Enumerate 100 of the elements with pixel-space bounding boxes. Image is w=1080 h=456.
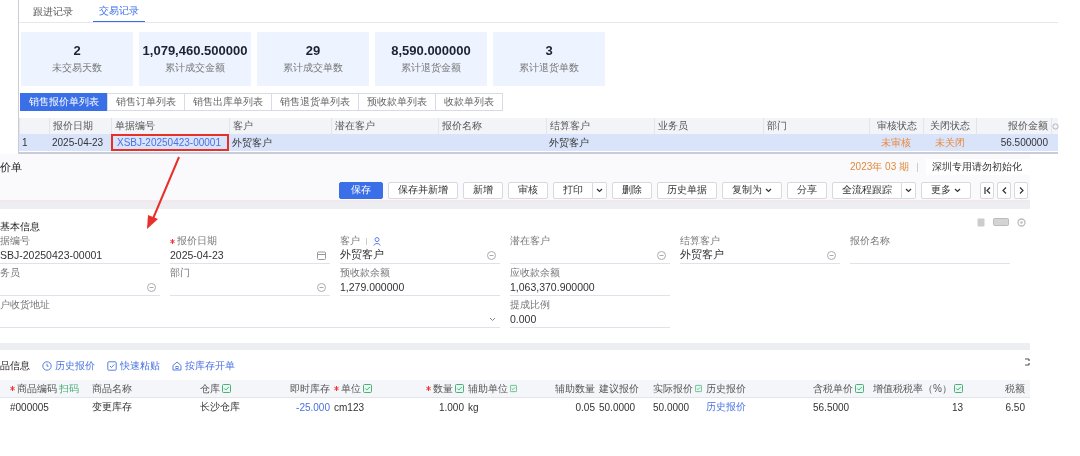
column-header: 单据编号 [115, 119, 155, 133]
field-label: 户收货地址 [0, 298, 50, 312]
column-header: 业务员 [658, 119, 688, 133]
toolbar-button[interactable]: 删除 [612, 181, 652, 199]
next-button[interactable] [1014, 181, 1028, 199]
cell-text: 未关闭 [934, 135, 965, 150]
column-header: 即时库存 [290, 381, 330, 396]
field-label: 部门 [170, 266, 190, 280]
cell-text: 外贸客户 [232, 135, 272, 150]
column-header: 报价金额 [1008, 119, 1048, 133]
settings-icon[interactable] [1017, 217, 1026, 227]
column-header: 单位 [341, 381, 361, 396]
list-tab[interactable]: 销售退货单列表 [271, 93, 359, 111]
stat-value: 29 [305, 43, 321, 58]
record-tab[interactable]: 交易记录 [93, 4, 145, 22]
table-cell: 50.0000 [599, 401, 636, 413]
toolbar-button[interactable]: 全流程跟踪 [832, 181, 902, 199]
calendar-icon [317, 250, 326, 260]
column-header: 结算客户 [550, 119, 590, 133]
list-tab[interactable]: 收款单列表 [435, 93, 503, 111]
person-icon[interactable] [373, 236, 382, 246]
form-title: 价单 [0, 159, 22, 175]
list-tab[interactable]: 销售出库单列表 [184, 93, 272, 111]
toolbar-button[interactable]: 新增 [463, 181, 503, 199]
dropdown-button[interactable] [593, 181, 607, 199]
toolbar-button[interactable]: 打印 [553, 181, 593, 199]
list-tab[interactable]: 预收款单列表 [358, 93, 436, 111]
cell-text: 56.500000 [1000, 137, 1048, 148]
clear-icon [827, 250, 836, 260]
cell-text: 外贸客户 [549, 135, 589, 150]
toolbar-button[interactable]: 历史单据 [657, 181, 717, 199]
previous-button[interactable] [997, 181, 1011, 199]
field-label: 提成比例 [510, 298, 550, 312]
input-field[interactable]: 外贸客户 [680, 247, 840, 264]
checkbox-icon[interactable] [510, 384, 517, 393]
action-link[interactable]: 快速粘贴 [107, 359, 160, 373]
table-cell: kg [468, 401, 479, 413]
table-row[interactable]: 1 2025-04-23 XSBJ-20250423-00001 外贸客户 外贸客户 未审核 未关闭 56.500000 [19, 134, 1058, 151]
record-tab[interactable]: 跟进记录 [27, 5, 79, 22]
document-icon[interactable] [977, 217, 985, 227]
column-header: 报价名称 [442, 119, 482, 133]
column-header: 税额 [1005, 381, 1025, 396]
clear-icon [487, 250, 496, 260]
action-link[interactable]: 按库存开单 [172, 359, 235, 373]
caret-icon [905, 187, 912, 193]
history-link[interactable]: 历史报价 [706, 400, 746, 414]
table-cell: -25.000 [296, 401, 330, 413]
list-tab[interactable]: 销售报价单列表 [20, 93, 108, 111]
cell-text: 未审核 [881, 135, 911, 150]
input-field[interactable]: 1,063,370.900000 [510, 279, 670, 296]
clock-icon [42, 361, 52, 371]
column-header: 辅助数量 [555, 381, 595, 396]
field-label: 潜在客户 [510, 234, 550, 248]
checkbox-icon[interactable] [222, 384, 231, 393]
toolbar-button[interactable]: 审核 [508, 181, 548, 199]
first-icon [983, 186, 991, 194]
column-header: 商品编码 [17, 381, 57, 396]
table-cell: 50.0000 [653, 401, 690, 413]
settings-icon[interactable] [1052, 122, 1059, 130]
column-header: 历史报价 [706, 381, 746, 396]
input-field[interactable]: 外贸客户 [340, 247, 500, 264]
checkbox-icon[interactable] [695, 384, 702, 393]
keyboard-icon[interactable] [993, 218, 1009, 226]
stat-label: 未交易天数 [52, 61, 102, 75]
action-link[interactable]: 历史报价 [42, 359, 95, 373]
field-label: 报价名称 [850, 234, 890, 248]
stat-label: 累计成交金额 [165, 61, 225, 75]
field-label: 结算客户 [680, 234, 720, 248]
first-page-button[interactable] [980, 181, 994, 199]
checkbox-icon[interactable] [455, 384, 464, 393]
input-field[interactable]: SBJ-20250423-00001 [0, 247, 160, 264]
toolbar-button[interactable]: 分享 [787, 181, 827, 199]
fullscreen-icon[interactable] [1024, 358, 1030, 366]
chevron-down-icon [489, 316, 496, 322]
input-field[interactable]: 0.000 [510, 311, 670, 328]
account-label[interactable]: 深圳专用请勿初始化 [926, 159, 1030, 175]
input-field[interactable]: 1,279.000000 [340, 279, 500, 296]
dropdown-button[interactable]: 更多 [921, 181, 971, 199]
checkbox-icon[interactable] [855, 384, 864, 393]
stat-value: 2 [73, 43, 81, 58]
field-label: 报价日期 [177, 234, 217, 248]
field-label: 据编号 [0, 234, 30, 248]
dropdown-button[interactable] [902, 181, 916, 199]
toolbar-button[interactable]: 保存并新增 [388, 181, 458, 199]
input-field[interactable]: 2025-04-23 [170, 247, 330, 264]
checkbox-icon[interactable] [954, 384, 963, 393]
order-link[interactable]: XSBJ-20250423-00001 [117, 137, 221, 148]
row-number: 1 [22, 137, 28, 148]
stat-label: 累计退货单数 [519, 61, 579, 75]
checkbox-icon[interactable] [363, 384, 372, 393]
field-label: 务员 [0, 266, 20, 280]
field-label: 客户 [340, 234, 360, 248]
column-header: 部门 [767, 119, 787, 133]
column-header: 商品名称 [92, 381, 132, 396]
column-header: 报价日期 [53, 119, 93, 133]
dropdown-button[interactable]: 复制为 [722, 181, 782, 199]
save-button[interactable]: 保存 [339, 181, 383, 199]
table-cell: cm123 [334, 401, 364, 413]
list-tab[interactable]: 销售订单列表 [107, 93, 185, 111]
column-header: 潜在客户 [335, 119, 375, 133]
